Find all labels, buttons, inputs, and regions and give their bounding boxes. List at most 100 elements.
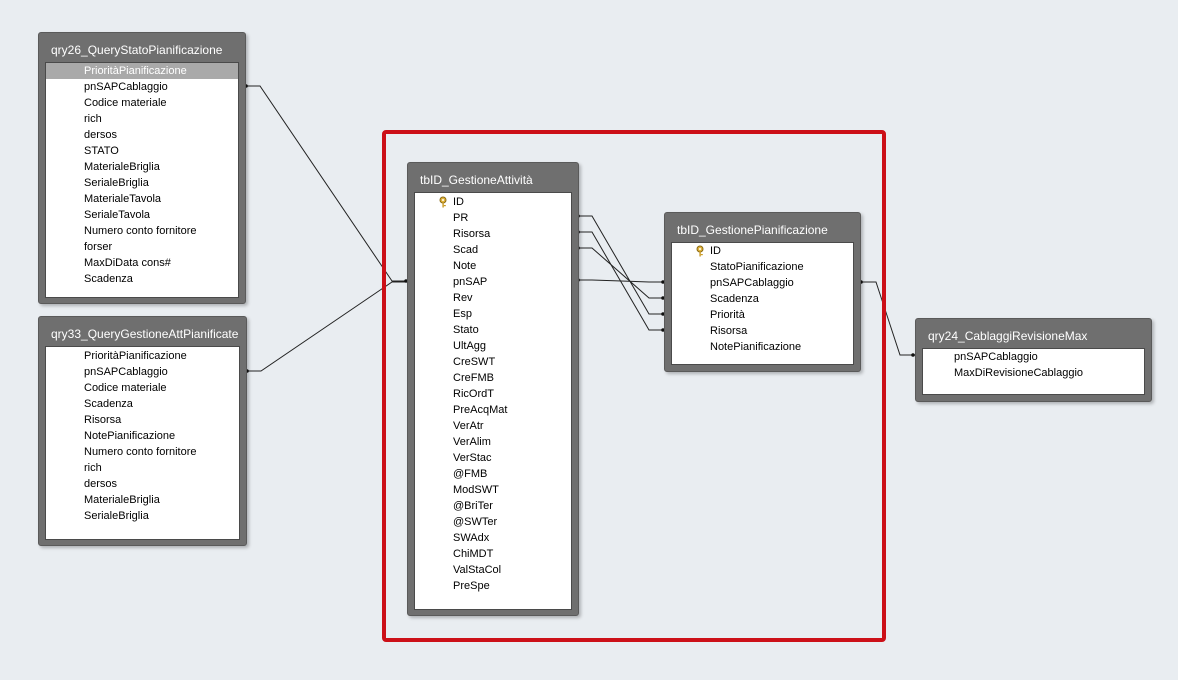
- field-row[interactable]: Scadenza: [672, 291, 853, 307]
- field-row[interactable]: Rev: [415, 290, 571, 306]
- field-row[interactable]: Risorsa: [415, 226, 571, 242]
- field-label: ModSWT: [453, 484, 499, 496]
- table-title[interactable]: qry24_CablaggiRevisioneMax: [916, 319, 1151, 346]
- field-list[interactable]: PrioritàPianificazione pnSAPCablaggio Codi…: [45, 346, 240, 540]
- field-row[interactable]: CreSWT: [415, 354, 571, 370]
- field-row[interactable]: StatoPianificazione: [672, 259, 853, 275]
- field-row[interactable]: ID: [415, 194, 571, 210]
- table-title[interactable]: tbID_GestioneAttività: [408, 163, 578, 190]
- field-label: Esp: [453, 308, 472, 320]
- field-row[interactable]: pnSAPCablaggio: [46, 364, 239, 380]
- field-row[interactable]: SerialeBriglia: [46, 175, 238, 191]
- field-row[interactable]: Priorità: [672, 307, 853, 323]
- field-row[interactable]: SerialeBriglia: [46, 508, 239, 524]
- table-title[interactable]: qry26_QueryStatoPianificazione: [39, 33, 245, 60]
- field-row[interactable]: Scadenza: [46, 396, 239, 412]
- join-line-risorsa[interactable]: [577, 231, 664, 331]
- field-list[interactable]: ID StatoPianificazione pnSAPCablaggio Scade…: [671, 242, 854, 365]
- field-row[interactable]: @SWTer: [415, 514, 571, 530]
- join-line-qry26-attivita[interactable]: [245, 85, 407, 282]
- field-row[interactable]: dersos: [46, 127, 238, 143]
- table-gestione-pianificazione[interactable]: tbID_GestionePianificazione ID StatoPiani…: [664, 212, 861, 372]
- field-row[interactable]: MaxDiData cons#: [46, 255, 238, 271]
- field-label: MaxDiRevisioneCablaggio: [954, 367, 1084, 379]
- field-row[interactable]: SWAdx: [415, 530, 571, 546]
- field-label: VerStac: [453, 452, 492, 464]
- field-row[interactable]: Stato: [415, 322, 571, 338]
- field-row[interactable]: Note: [415, 258, 571, 274]
- field-row[interactable]: dersos: [46, 476, 239, 492]
- field-row[interactable]: Scadenza: [46, 271, 238, 287]
- table-title[interactable]: qry33_QueryGestioneAttPianificate: [39, 317, 246, 344]
- field-label: Scad: [453, 244, 479, 256]
- join-line-pnsap[interactable]: [577, 279, 664, 283]
- field-label: Codice materiale: [84, 97, 167, 109]
- field-list[interactable]: PrioritàPianificazione pnSAPCablaggio Codi…: [45, 62, 239, 298]
- table-qry24[interactable]: qry24_CablaggiRevisioneMax pnSAPCablaggi…: [915, 318, 1152, 402]
- field-row[interactable]: MaterialeBriglia: [46, 492, 239, 508]
- field-row[interactable]: pnSAP: [415, 274, 571, 290]
- field-row[interactable]: pnSAPCablaggio: [672, 275, 853, 291]
- field-label: PreAcqMat: [453, 404, 508, 416]
- field-row[interactable]: PrioritàPianificazione: [46, 63, 238, 79]
- field-row[interactable]: NotePianificazione: [46, 428, 239, 444]
- field-row[interactable]: pnSAPCablaggio: [923, 349, 1144, 365]
- field-row[interactable]: Scad: [415, 242, 571, 258]
- field-label: pnSAPCablaggio: [954, 351, 1038, 363]
- field-row[interactable]: Codice materiale: [46, 380, 239, 396]
- join-line-scad-scadenza[interactable]: [577, 247, 664, 299]
- field-row[interactable]: PR: [415, 210, 571, 226]
- table-qry26[interactable]: qry26_QueryStatoPianificazione PrioritàP…: [38, 32, 246, 304]
- field-label: SerialeTavola: [84, 209, 151, 221]
- field-list[interactable]: pnSAPCablaggio MaxDiRevisioneCablaggio: [922, 348, 1145, 395]
- field-row[interactable]: rich: [46, 111, 238, 127]
- field-row[interactable]: forser: [46, 239, 238, 255]
- field-row[interactable]: Numero conto fornitore: [46, 223, 238, 239]
- field-row[interactable]: Risorsa: [672, 323, 853, 339]
- field-row[interactable]: @BriTer: [415, 498, 571, 514]
- field-row[interactable]: ValStaCol: [415, 562, 571, 578]
- field-row[interactable]: pnSAPCablaggio: [46, 79, 238, 95]
- field-row[interactable]: STATO: [46, 143, 238, 159]
- field-label: SWAdx: [453, 532, 490, 544]
- field-row[interactable]: Risorsa: [46, 412, 239, 428]
- join-line-pr-priorita[interactable]: [577, 215, 664, 315]
- table-gestione-attivita[interactable]: tbID_GestioneAttività ID PR Risorsa Scad Not…: [407, 162, 579, 616]
- field-row[interactable]: Codice materiale: [46, 95, 238, 111]
- key-icon: [696, 245, 708, 257]
- field-row[interactable]: VerStac: [415, 450, 571, 466]
- field-label: Scadenza: [84, 273, 133, 285]
- field-label: PR: [453, 212, 469, 224]
- field-row[interactable]: UltAgg: [415, 338, 571, 354]
- table-qry33[interactable]: qry33_QueryGestioneAttPianificate Priori…: [38, 316, 247, 546]
- field-row[interactable]: PreAcqMat: [415, 402, 571, 418]
- field-row[interactable]: VerAlim: [415, 434, 571, 450]
- field-row[interactable]: MaxDiRevisioneCablaggio: [923, 365, 1144, 381]
- field-row[interactable]: MaterialeBriglia: [46, 159, 238, 175]
- field-label: Codice materiale: [84, 382, 167, 394]
- field-row[interactable]: @FMB: [415, 466, 571, 482]
- field-row[interactable]: NotePianificazione: [672, 339, 853, 355]
- field-row[interactable]: CreFMB: [415, 370, 571, 386]
- join-line-pianificazione-qry24[interactable]: [859, 281, 915, 356]
- field-row[interactable]: Numero conto fornitore: [46, 444, 239, 460]
- field-row[interactable]: PreSpe: [415, 578, 571, 594]
- field-row[interactable]: SerialeTavola: [46, 207, 238, 223]
- field-row[interactable]: VerAtr: [415, 418, 571, 434]
- field-label: NotePianificazione: [84, 430, 176, 442]
- field-row[interactable]: ChiMDT: [415, 546, 571, 562]
- field-row[interactable]: PrioritàPianificazione: [46, 348, 239, 364]
- field-row[interactable]: ID: [672, 243, 853, 259]
- field-label: VerAlim: [453, 436, 491, 448]
- table-title[interactable]: tbID_GestionePianificazione: [665, 213, 860, 240]
- field-list[interactable]: ID PR Risorsa Scad Note pnSAP Rev Esp Stato UltAg…: [414, 192, 572, 610]
- field-row[interactable]: rich: [46, 460, 239, 476]
- field-label: NotePianificazione: [710, 341, 802, 353]
- field-row[interactable]: Esp: [415, 306, 571, 322]
- field-row[interactable]: ModSWT: [415, 482, 571, 498]
- field-label: Note: [453, 260, 477, 272]
- field-row[interactable]: RicOrdT: [415, 386, 571, 402]
- join-line-qry33-attivita[interactable]: [246, 281, 407, 372]
- field-label: SerialeBriglia: [84, 177, 149, 189]
- field-row[interactable]: MaterialeTavola: [46, 191, 238, 207]
